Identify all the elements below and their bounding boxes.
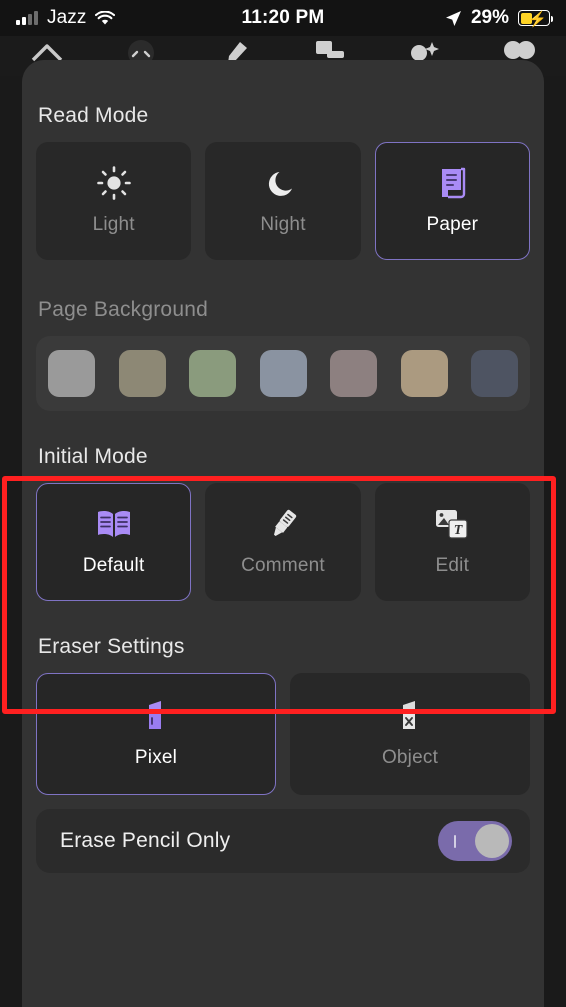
swatch-mauve[interactable]	[330, 350, 377, 397]
swatch-sage[interactable]	[189, 350, 236, 397]
eraser-x-icon	[395, 699, 425, 733]
status-bar: Jazz 11:20 PM 29% ⚡	[0, 0, 566, 36]
clock: 11:20 PM	[241, 7, 325, 28]
signal-bars-icon	[16, 11, 38, 25]
swatch-grey[interactable]	[48, 350, 95, 397]
image-text-cards-icon: T	[434, 507, 470, 541]
toggle-on-mark	[454, 834, 456, 848]
eraser-option-pixel[interactable]: Pixel	[36, 673, 276, 795]
eraser-settings-title: Eraser Settings	[38, 635, 185, 658]
erase-pencil-only-row[interactable]: Erase Pencil Only	[36, 809, 530, 873]
swatch-tan[interactable]	[400, 350, 448, 397]
scroll-icon	[436, 166, 468, 200]
section-initial-mode: Initial Mode Default Comment T Edit	[36, 445, 530, 601]
read-mode-title: Read Mode	[38, 104, 149, 127]
two-dots-icon	[503, 41, 535, 59]
image-card-icon	[316, 41, 345, 58]
eraser-option-object[interactable]: Object	[290, 673, 530, 795]
sun-icon	[96, 166, 131, 200]
location-arrow-icon	[445, 10, 461, 26]
battery-charging-icon: ⚡	[518, 10, 553, 28]
erase-pencil-only-toggle[interactable]	[438, 821, 512, 861]
initial-mode-option-edit[interactable]: T Edit	[374, 483, 530, 601]
read-mode-option-light[interactable]: Light	[36, 142, 192, 260]
initial-mode-option-comment[interactable]: Comment	[205, 483, 361, 601]
eraser-icon	[141, 699, 171, 733]
home-icon	[31, 44, 63, 62]
erase-pencil-only-label: Erase Pencil Only	[60, 829, 231, 852]
carrier-label: Jazz	[47, 7, 87, 28]
initial-mode-label-edit: Edit	[435, 555, 470, 576]
status-bar-left: Jazz	[16, 7, 242, 29]
moon-icon	[267, 166, 299, 200]
initial-mode-option-default[interactable]: Default	[36, 483, 192, 601]
initial-mode-label-comment: Comment	[241, 555, 325, 576]
swatch-khaki[interactable]	[118, 350, 166, 397]
initial-mode-title: Initial Mode	[38, 445, 148, 468]
svg-text:T: T	[454, 523, 464, 538]
eraser-label-object: Object	[381, 747, 439, 768]
battery-percent-label: 29%	[470, 7, 509, 28]
status-bar-right: 29% ⚡	[324, 7, 553, 29]
toggle-knob	[475, 824, 509, 858]
eraser-options: Pixel Object	[36, 673, 530, 795]
read-mode-option-paper[interactable]: Paper	[374, 142, 530, 260]
read-mode-label-light: Light	[92, 214, 135, 235]
settings-sheet: Read Mode Light Night Paper Page Backgro…	[22, 60, 544, 1007]
read-mode-options: Light Night Paper	[36, 142, 530, 260]
wifi-icon	[95, 10, 116, 24]
section-eraser-settings: Eraser Settings Pixel Object Erase Penci…	[36, 635, 530, 873]
read-mode-label-paper: Paper	[426, 214, 479, 235]
page-background-swatch-tray	[36, 336, 530, 411]
swatch-slate[interactable]	[471, 350, 518, 397]
page-background-title: Page Background	[38, 298, 208, 321]
read-mode-label-night: Night	[260, 214, 306, 235]
highlighter-pen-icon	[266, 507, 300, 541]
read-mode-option-night[interactable]: Night	[205, 142, 361, 260]
swatch-blue-grey[interactable]	[259, 350, 307, 397]
initial-mode-options: Default Comment T Edit	[36, 483, 530, 601]
section-read-mode: Read Mode Light Night Paper	[36, 104, 530, 260]
section-page-background: Page Background	[36, 298, 530, 411]
open-book-icon	[95, 507, 133, 541]
initial-mode-label-default: Default	[82, 555, 145, 576]
eraser-label-pixel: Pixel	[134, 747, 178, 768]
